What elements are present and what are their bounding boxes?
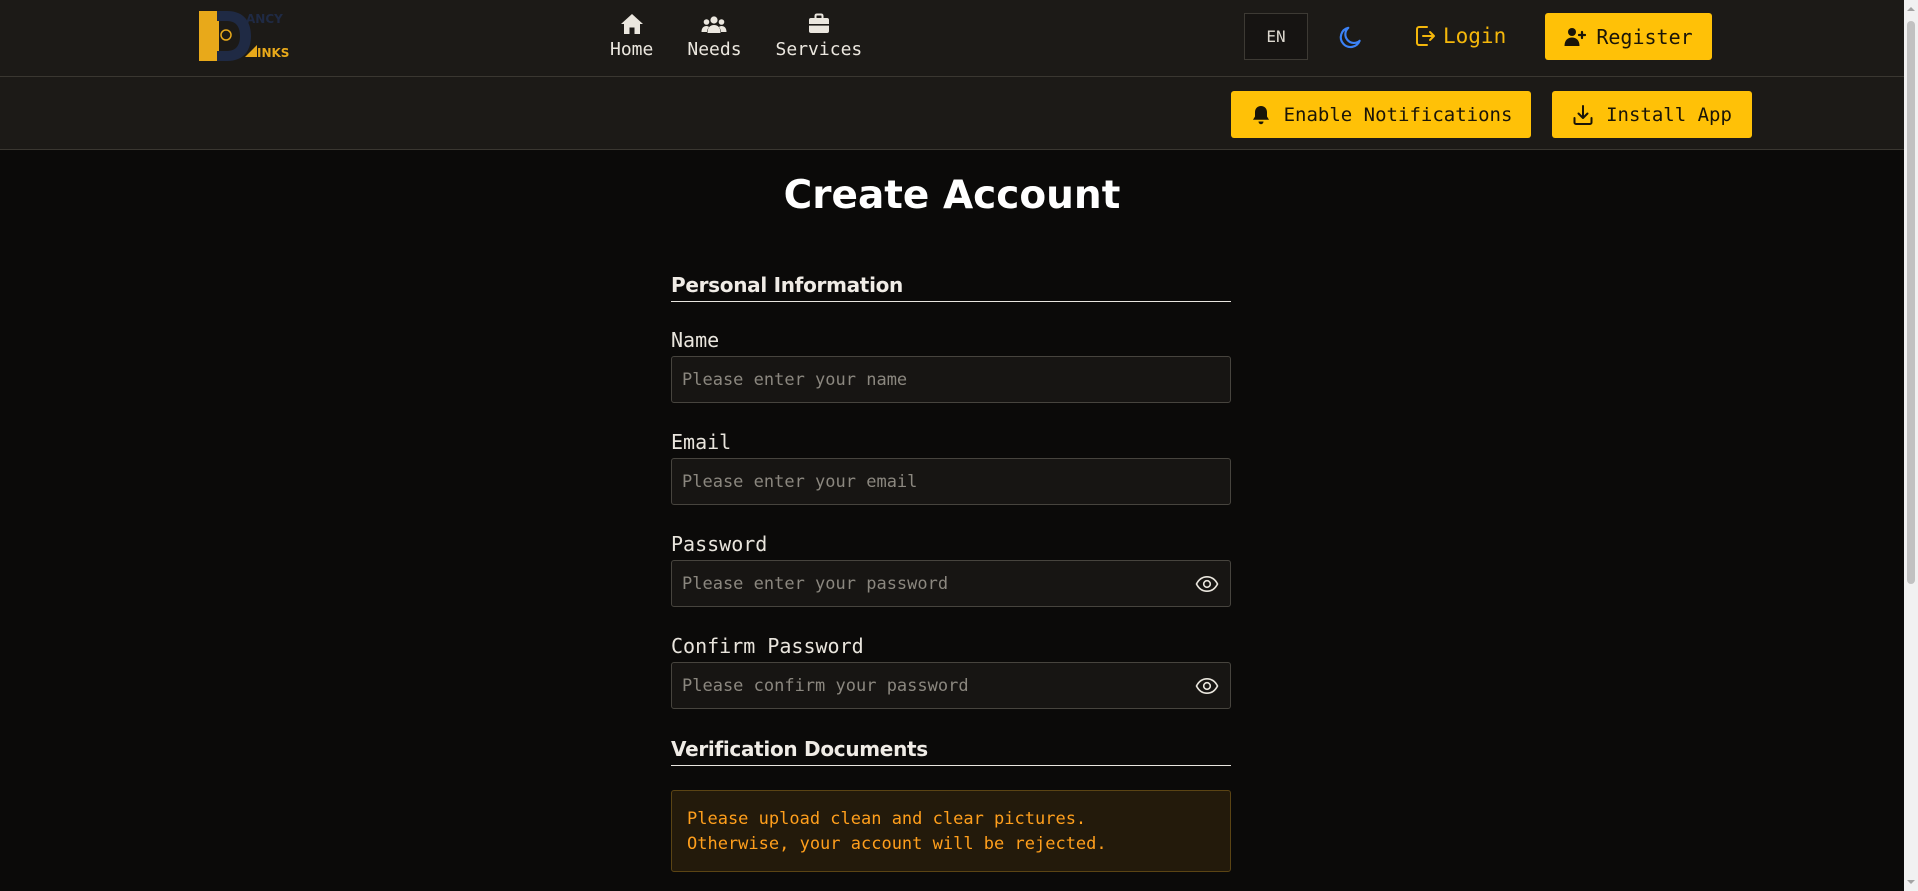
bell-icon (1252, 105, 1269, 124)
email-label: Email (671, 430, 732, 454)
nav-label-needs: Needs (687, 39, 742, 60)
nav-item-services[interactable]: Services (775, 12, 863, 60)
register-button[interactable]: Register (1545, 13, 1712, 60)
main-nav: Home Needs Services (610, 12, 896, 60)
user-plus-icon (1564, 27, 1587, 46)
login-icon (1416, 26, 1435, 46)
show-password-icon[interactable] (1195, 572, 1219, 596)
password-label: Password (671, 532, 768, 556)
name-label: Name (671, 328, 720, 352)
login-button[interactable]: Login (1413, 20, 1506, 52)
personal-information-heading: Personal Information (671, 273, 1231, 302)
install-app-label: Install App (1606, 103, 1732, 126)
scrollbar-thumb[interactable] (1907, 21, 1915, 584)
svg-text:INKS: INKS (257, 46, 289, 60)
confirm-password-label: Confirm Password (671, 634, 864, 658)
nav-label-home: Home (610, 39, 654, 60)
password-input[interactable] (671, 560, 1231, 607)
register-label: Register (1596, 24, 1693, 49)
upload-warning-notice: Please upload clean and clear pictures. … (671, 790, 1231, 872)
verification-documents-heading: Verification Documents (671, 737, 1231, 766)
scroll-up-arrow-icon[interactable] (1906, 4, 1916, 14)
users-icon (701, 16, 727, 33)
confirm-password-input[interactable] (671, 662, 1231, 709)
svg-text:ANCY: ANCY (246, 12, 283, 26)
moon-icon[interactable] (1338, 24, 1364, 50)
home-icon (620, 14, 643, 34)
nav-label-services: Services (775, 39, 863, 60)
nav-item-needs[interactable]: Needs (687, 12, 742, 60)
page-title: Create Account (783, 173, 1121, 218)
notice-line-2: Otherwise, your account will be rejected… (687, 834, 1107, 854)
briefcase-icon (808, 13, 829, 33)
scroll-down-arrow-icon[interactable] (1906, 877, 1916, 887)
install-app-button[interactable]: Install App (1552, 91, 1752, 138)
top-navbar: ANCY INKS Home Needs Services EN Login R… (0, 0, 1904, 77)
nav-item-home[interactable]: Home (610, 12, 653, 60)
email-input[interactable] (671, 458, 1231, 505)
enable-notifications-label: Enable Notifications (1283, 103, 1513, 126)
brand-logo[interactable]: ANCY INKS (199, 11, 297, 61)
language-button[interactable]: EN (1244, 13, 1308, 60)
enable-notifications-button[interactable]: Enable Notifications (1231, 91, 1531, 138)
action-bar: Enable Notifications Install App (0, 77, 1904, 150)
name-input[interactable] (671, 356, 1231, 403)
login-label: Login (1443, 24, 1507, 48)
notice-line-1: Please upload clean and clear pictures. (687, 809, 1087, 829)
main-content: Create Account Personal Information Name… (0, 150, 1904, 891)
download-icon (1573, 104, 1593, 125)
show-confirm-password-icon[interactable] (1195, 674, 1219, 698)
